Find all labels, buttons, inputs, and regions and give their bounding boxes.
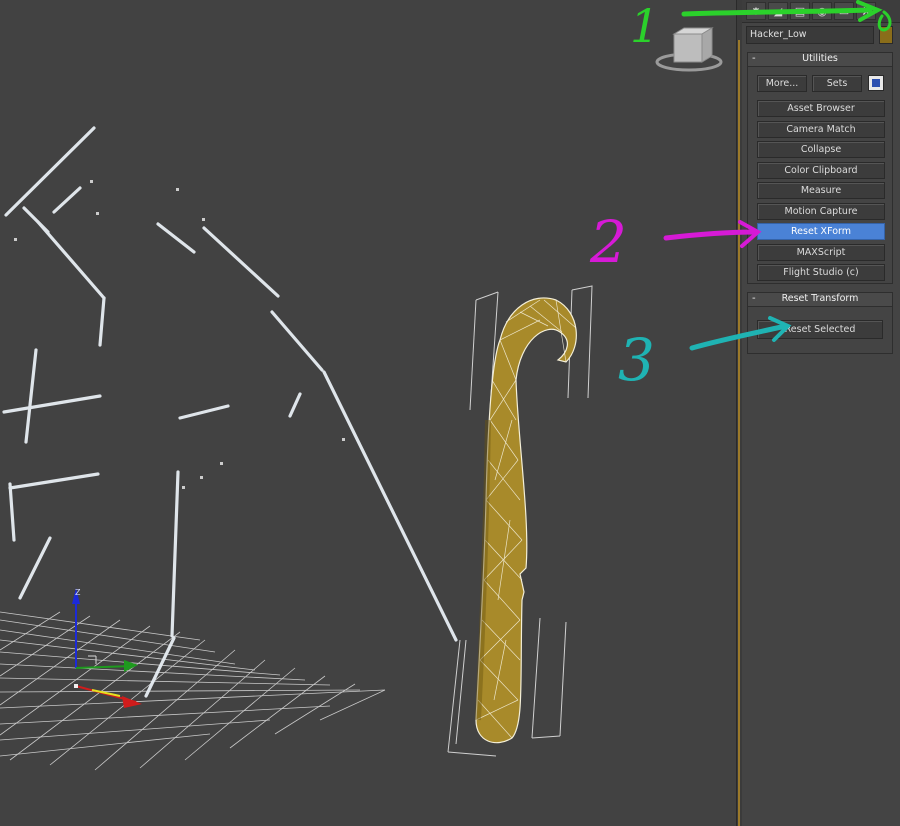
utility-maxscript[interactable]: MAXScript [757, 244, 885, 261]
transform-gizmo [72, 588, 142, 708]
display-tab-icon[interactable]: ▭ [834, 2, 854, 20]
utility-asset-browser[interactable]: Asset Browser [757, 100, 885, 117]
utilities-tab-icon[interactable]: ⚒ [856, 2, 876, 20]
more-button[interactable]: More... [757, 75, 807, 92]
utility-motion-capture[interactable]: Motion Capture [757, 203, 885, 220]
motion-tab-icon[interactable]: ◉ [812, 2, 832, 20]
sets-button[interactable]: Sets [812, 75, 862, 92]
utilities-rollout-header[interactable]: - Utilities [748, 53, 892, 67]
viewcube[interactable] [655, 27, 723, 72]
reset-transform-rollout: - Reset Transform Reset Selected [747, 292, 893, 354]
create-tab-icon[interactable]: ✸ [746, 2, 766, 20]
utility-flight-studio[interactable]: Flight Studio (c) [757, 264, 885, 281]
command-panel-tabs: ✸ ◢ ▤ ◉ ▭ ⚒ [742, 0, 900, 23]
viewport-scene: Z [0, 27, 723, 771]
viewport[interactable]: Z [0, 0, 736, 826]
utility-measure[interactable]: Measure [757, 182, 885, 199]
z-axis-label: Z [75, 588, 81, 597]
reset-selected-button[interactable]: Reset Selected [757, 320, 883, 339]
utility-collapse[interactable]: Collapse [757, 141, 885, 158]
object-color-swatch[interactable] [879, 26, 893, 44]
utility-camera-match[interactable]: Camera Match [757, 121, 885, 138]
hook-object [475, 297, 577, 744]
utility-reset-xform[interactable]: Reset XForm [757, 223, 885, 240]
object-name-field[interactable]: Hacker_Low [746, 26, 874, 44]
command-panel: ✸ ◢ ▤ ◉ ▭ ⚒ Hacker_Low - Utilities More.… [742, 0, 900, 826]
utility-color-clipboard[interactable]: Color Clipboard [757, 162, 885, 179]
bone-tips [14, 180, 345, 489]
ground-grid [0, 611, 386, 771]
collapse-icon: - [752, 293, 756, 304]
reset-transform-title: Reset Transform [781, 293, 859, 304]
collapse-icon: - [752, 53, 756, 64]
bones [2, 126, 458, 698]
utilities-rollout: - Utilities More... Sets Asset Browser C… [747, 52, 893, 284]
utilities-title: Utilities [802, 53, 838, 64]
modify-tab-icon[interactable]: ◢ [768, 2, 788, 20]
reset-transform-rollout-header[interactable]: - Reset Transform [748, 293, 892, 307]
configure-sets-icon[interactable] [868, 75, 884, 91]
hierarchy-tab-icon[interactable]: ▤ [790, 2, 810, 20]
